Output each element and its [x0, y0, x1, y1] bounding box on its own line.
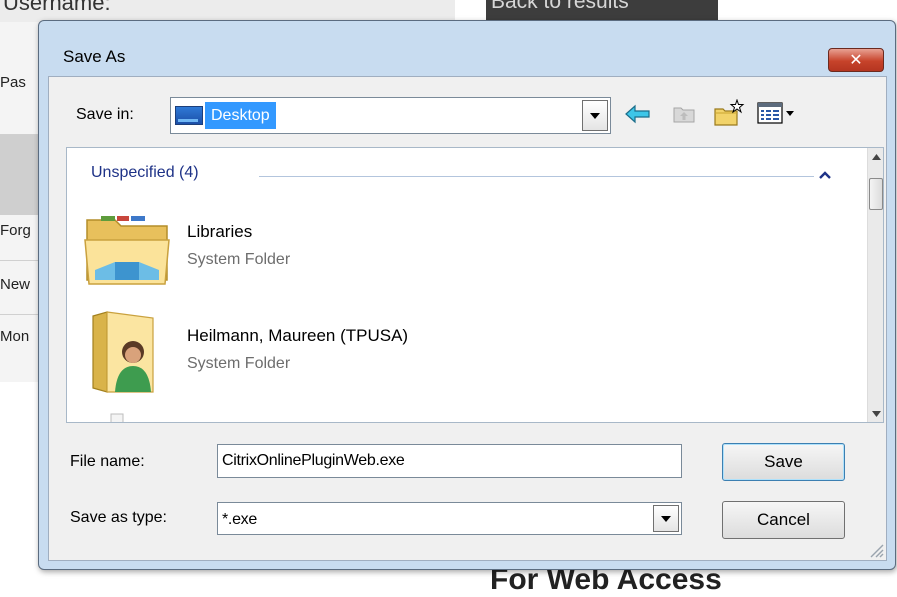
save-in-value: Desktop	[205, 102, 276, 129]
new-folder-icon[interactable]	[713, 99, 745, 127]
file-name-label: File name:	[70, 453, 145, 470]
group-header[interactable]: Unspecified (4)	[91, 164, 199, 182]
cancel-button[interactable]: Cancel	[722, 501, 845, 539]
background-username-bar: Username:	[0, 0, 455, 22]
save-in-combobox[interactable]: Desktop	[170, 97, 611, 134]
user-folder-icon	[92, 311, 154, 393]
scroll-down-button[interactable]	[868, 405, 883, 422]
views-menu-icon[interactable]	[757, 101, 797, 125]
background-left-item[interactable]: Forg	[0, 222, 40, 239]
item-name: Heilmann, Maureen (TPUSA)	[187, 326, 409, 345]
save-as-type-label: Save as type:	[70, 509, 167, 526]
file-name-input[interactable]: CitrixOnlinePluginWeb.exe	[217, 444, 682, 478]
item-type: System Folder	[187, 355, 291, 372]
background-divider	[0, 314, 40, 315]
collapse-chevron-icon[interactable]	[819, 170, 831, 180]
dialog-title: Save As	[63, 47, 126, 66]
list-item[interactable]: Libraries System Folder	[81, 204, 841, 292]
background-left-item: Pas	[0, 74, 26, 91]
close-icon: ✕	[849, 50, 863, 69]
background-back-to-results-label: Back to results	[491, 0, 629, 13]
chevron-down-icon	[661, 515, 671, 522]
file-list-view[interactable]: Unspecified (4) Libraries System Folder	[66, 147, 884, 423]
background-back-to-results-button[interactable]: Back to results	[486, 0, 718, 21]
partial-item-icon	[110, 413, 124, 422]
save-in-label: Save in:	[76, 106, 134, 123]
dialog-client-area: Save in: Desktop Unspecified (4) Librari…	[48, 76, 887, 561]
background-left-item[interactable]: New	[0, 276, 40, 293]
scroll-down-icon	[872, 410, 881, 417]
save-as-dialog: Save As ✕ Save in: Desktop Unspecified (…	[38, 20, 896, 570]
list-item[interactable]: Heilmann, Maureen (TPUSA) System Folder	[81, 308, 841, 396]
background-left-panel: Pas Forg New Mon	[0, 22, 40, 382]
save-as-type-combobox[interactable]: *.exe	[217, 502, 682, 535]
save-as-type-dropdown-button[interactable]	[653, 505, 679, 532]
item-name: Libraries	[187, 222, 253, 241]
save-as-type-value: *.exe	[222, 511, 257, 528]
background-username-label: Username:	[3, 0, 111, 15]
background-band	[0, 135, 40, 215]
close-button[interactable]: ✕	[828, 48, 884, 72]
chevron-down-icon	[590, 112, 600, 119]
scroll-up-button[interactable]	[868, 148, 883, 165]
group-divider	[259, 176, 814, 177]
file-list-scrollbar[interactable]	[867, 148, 883, 422]
back-arrow-icon[interactable]	[624, 104, 652, 124]
desktop-icon	[175, 106, 203, 125]
save-button[interactable]: Save	[722, 443, 845, 481]
scroll-up-icon	[872, 153, 881, 160]
background-divider	[0, 260, 40, 261]
save-in-dropdown-button[interactable]	[582, 100, 608, 131]
background-left-item[interactable]: Mon	[0, 328, 40, 345]
up-folder-icon[interactable]	[672, 101, 696, 125]
scroll-thumb[interactable]	[869, 178, 883, 210]
item-type: System Folder	[187, 251, 291, 268]
resize-grip-icon[interactable]	[868, 542, 884, 558]
libraries-folder-icon	[84, 216, 170, 285]
